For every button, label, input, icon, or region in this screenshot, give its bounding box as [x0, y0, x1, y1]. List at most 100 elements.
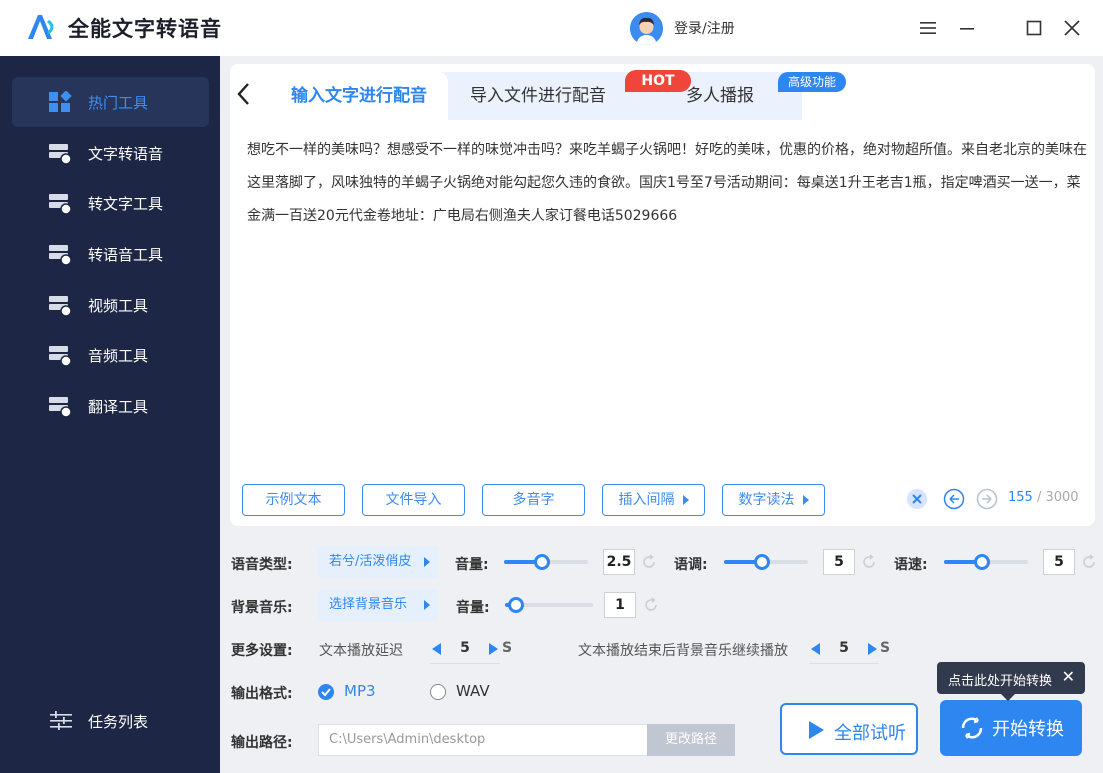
clear-text-icon[interactable]: [906, 488, 928, 510]
tab-input-text[interactable]: 输入文字进行配音: [270, 72, 448, 120]
app-title: 全能文字转语音: [68, 17, 222, 41]
path-label: 输出路径:: [231, 735, 293, 751]
grid-icon: [49, 91, 72, 112]
server-icon: [49, 144, 72, 164]
format-wav-radio[interactable]: [430, 684, 446, 700]
sidebar-item-text-to-speech[interactable]: 文字转语音: [12, 128, 209, 178]
pitch-slider[interactable]: [724, 553, 808, 571]
sidebar-item-label: 转语音工具: [88, 246, 164, 264]
mode-tabs: 输入文字进行配音 导入文件进行配音 多人播报 HOT 高级功能: [270, 70, 846, 120]
sidebar-item-label: 转文字工具: [88, 195, 164, 213]
check-icon: [321, 688, 331, 697]
more-settings-label: 更多设置:: [231, 643, 293, 659]
sidebar-item-to-text-tools[interactable]: 转文字工具: [12, 178, 209, 228]
sidebar-item-label: 音频工具: [88, 347, 149, 365]
volume-value[interactable]: 2.5: [603, 549, 635, 575]
bgm-select[interactable]: 选择背景音乐: [318, 589, 438, 621]
reset-icon[interactable]: [1081, 554, 1097, 570]
continue-label: 文本播放结束后背景音乐继续播放: [578, 643, 788, 659]
voice-type-label: 语音类型:: [231, 557, 293, 573]
increase-arrow-icon[interactable]: [489, 643, 498, 655]
format-wav-label[interactable]: WAV: [456, 682, 490, 700]
voice-type-value: 若兮/活泼俏皮: [329, 554, 412, 569]
editor-panel: 输入文字进行配音 导入文件进行配音 多人播报 HOT 高级功能 想吃不一样的美味…: [230, 64, 1095, 526]
avatar[interactable]: [630, 12, 663, 45]
convert-tooltip: 点击此处开始转换 ✕: [937, 662, 1085, 701]
bgm-value: 选择背景音乐: [329, 597, 408, 612]
preview-all-button[interactable]: 全部试听: [780, 703, 918, 755]
file-import-label: 文件导入: [385, 492, 442, 508]
title-bar: 全能文字转语音 登录/注册: [0, 0, 1103, 56]
slider-knob[interactable]: [974, 554, 990, 570]
pitch-value[interactable]: 5: [823, 549, 855, 575]
continue-stepper[interactable]: 5: [809, 634, 879, 664]
sidebar-item-translate-tools[interactable]: 翻译工具: [12, 381, 209, 431]
bgm-volume-label: 音量:: [456, 600, 490, 616]
format-mp3-label[interactable]: MP3: [344, 682, 376, 700]
close-icon[interactable]: [1062, 18, 1082, 38]
login-register-link[interactable]: 登录/注册: [674, 18, 735, 38]
back-arrow-icon[interactable]: [234, 80, 254, 108]
sidebar-item-label: 翻译工具: [88, 398, 149, 416]
insert-pause-button[interactable]: 插入间隔: [602, 484, 705, 516]
format-label: 输出格式:: [231, 686, 293, 702]
number-reading-button[interactable]: 数字读法: [722, 484, 825, 516]
tooltip-text: 点击此处开始转换: [948, 674, 1053, 689]
slider-knob[interactable]: [534, 554, 550, 570]
sidebar-item-audio-tools[interactable]: 音频工具: [12, 330, 209, 380]
format-mp3-radio[interactable]: [318, 684, 334, 700]
undo-icon[interactable]: [943, 488, 965, 510]
output-path-field[interactable]: C:\Users\Admin\desktop: [318, 724, 648, 756]
number-reading-label: 数字读法: [738, 492, 795, 508]
volume-slider[interactable]: [504, 553, 588, 571]
slider-knob[interactable]: [754, 554, 770, 570]
insert-pause-label: 插入间隔: [618, 492, 675, 508]
sliders-icon: [50, 711, 72, 730]
refresh-icon: [961, 717, 983, 739]
reset-icon[interactable]: [643, 597, 659, 613]
sample-text-button[interactable]: 示例文本: [242, 484, 345, 516]
sidebar-item-video-tools[interactable]: 视频工具: [12, 280, 209, 330]
tooltip-arrow: [1001, 694, 1015, 701]
text-input-area[interactable]: 想吃不一样的美味吗？想感受不一样的味觉冲击吗？来吃羊蝎子火锅吧！好吃的美味，优惠…: [247, 134, 1087, 233]
minimize-icon[interactable]: [957, 18, 977, 38]
user-avatar-icon: [630, 12, 663, 45]
increase-arrow-icon[interactable]: [868, 643, 877, 655]
speed-label: 语速:: [894, 557, 928, 573]
bgm-volume-value[interactable]: 1: [604, 592, 636, 618]
sidebar-task-list[interactable]: 任务列表: [12, 696, 209, 746]
speed-value[interactable]: 5: [1043, 549, 1075, 575]
redo-icon[interactable]: [976, 488, 998, 510]
char-max: 3000: [1045, 490, 1079, 505]
expand-arrow-icon: [802, 495, 809, 505]
app-logo-icon: [28, 15, 54, 39]
pitch-label: 语调:: [674, 557, 708, 573]
sample-text-label: 示例文本: [265, 492, 322, 508]
start-convert-button[interactable]: 开始转换: [940, 700, 1082, 756]
delay-stepper[interactable]: 5: [430, 634, 500, 664]
sidebar-item-to-speech-tools[interactable]: 转语音工具: [12, 229, 209, 279]
polyphone-button[interactable]: 多音字: [482, 484, 585, 516]
server-icon: [49, 397, 72, 417]
select-arrow-icon: [424, 600, 430, 610]
sidebar-item-label: 热门工具: [88, 94, 149, 112]
reset-icon[interactable]: [861, 554, 877, 570]
voice-type-select[interactable]: 若兮/活泼俏皮: [318, 546, 438, 578]
server-icon: [49, 194, 72, 214]
char-counter: 155 / 3000: [1008, 490, 1079, 505]
tab-import-file[interactable]: 导入文件进行配音: [452, 72, 624, 120]
speed-slider[interactable]: [944, 553, 1028, 571]
slider-knob[interactable]: [508, 597, 524, 613]
start-convert-label: 开始转换: [992, 719, 1064, 740]
maximize-icon[interactable]: [1024, 18, 1044, 38]
server-icon: [49, 245, 72, 265]
bgm-volume-slider[interactable]: [505, 596, 593, 614]
reset-icon[interactable]: [641, 554, 657, 570]
menu-icon[interactable]: [918, 18, 938, 38]
sidebar-item-hot-tools[interactable]: 热门工具: [12, 77, 209, 127]
delay-label: 文本播放延迟: [319, 643, 403, 659]
file-import-button[interactable]: 文件导入: [362, 484, 465, 516]
sidebar-item-label: 视频工具: [88, 297, 149, 315]
change-path-button[interactable]: 更改路径: [647, 724, 735, 756]
tooltip-close-icon[interactable]: ✕: [1062, 667, 1075, 686]
